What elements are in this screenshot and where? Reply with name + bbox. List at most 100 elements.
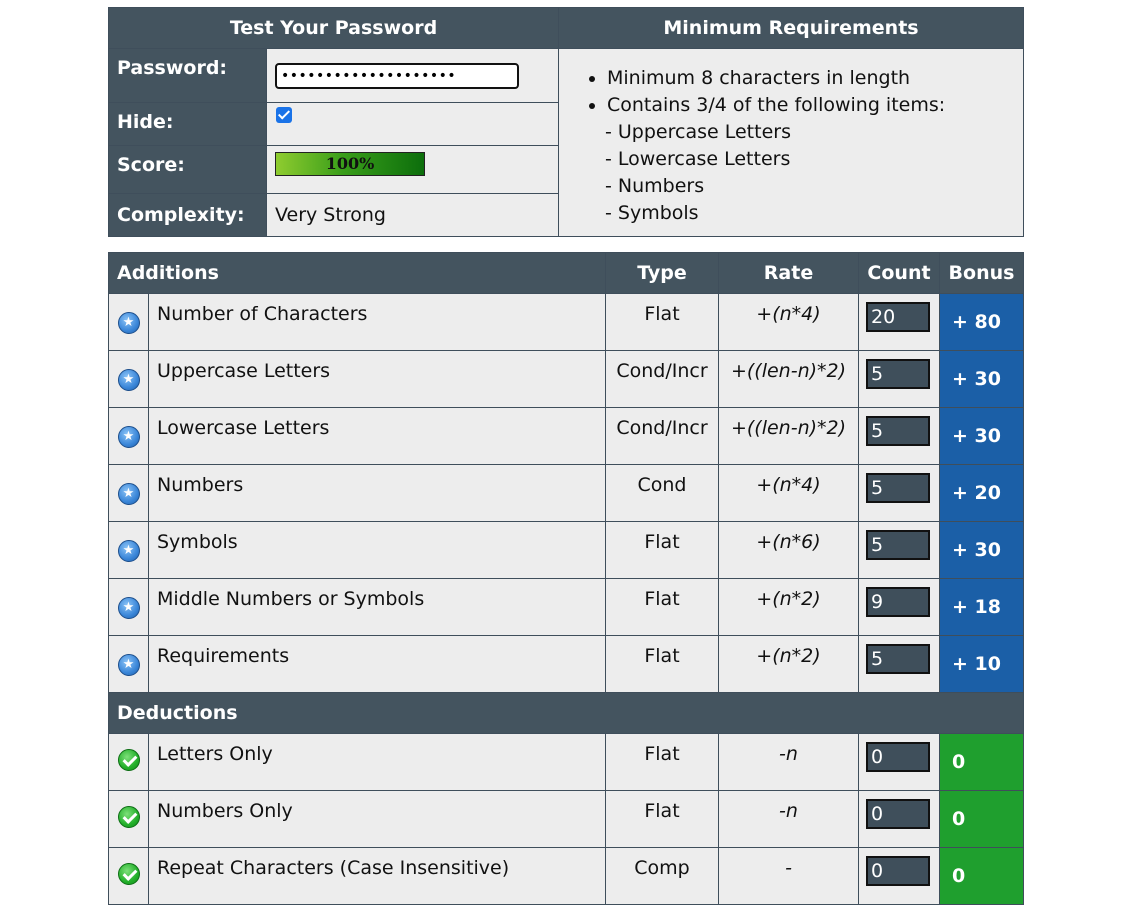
row-count-cell: 9	[858, 578, 940, 636]
row-count-input[interactable]: 0	[866, 742, 930, 772]
row-type: Flat	[605, 733, 719, 791]
star-icon: ★	[117, 368, 140, 391]
test-password-title: Test Your Password	[108, 7, 559, 49]
requirements-list: Minimum 8 characters in length Contains …	[559, 65, 1023, 227]
star-icon: ★	[117, 482, 140, 505]
row-bonus: + 20	[939, 464, 1024, 522]
addition-row: ★ Uppercase Letters Cond/Incr +((len-n)*2) 5…	[108, 350, 1024, 408]
star-icon: ★	[117, 596, 140, 619]
score-cell: 100%	[266, 145, 559, 194]
row-count-cell: 5	[858, 350, 940, 408]
star-icon: ★	[117, 425, 140, 448]
row-count-input[interactable]: 5	[866, 359, 930, 389]
row-icon-cell: ★	[108, 635, 149, 693]
type-header: Type	[605, 252, 719, 294]
addition-row: ★ Requirements Flat +(n*2) 5 + 10	[108, 635, 1024, 693]
row-rate: +((len-n)*2)	[718, 407, 859, 465]
requirement-sub-item: - Uppercase Letters	[605, 121, 791, 143]
row-rate: +((len-n)*2)	[718, 350, 859, 408]
star-icon: ★	[117, 539, 140, 562]
complexity-value: Very Strong	[266, 193, 559, 237]
row-count-input[interactable]: 5	[866, 644, 930, 674]
check-icon	[117, 806, 140, 828]
row-type: Cond/Incr	[605, 407, 719, 465]
row-type: Cond/Incr	[605, 350, 719, 408]
hide-label: Hide:	[108, 102, 267, 146]
row-type: Flat	[605, 790, 719, 848]
requirement-item: Contains 3/4 of the following items:	[607, 92, 1023, 119]
row-rate: +(n*4)	[718, 293, 859, 351]
hide-cell	[266, 102, 559, 146]
star-icon: ★	[117, 311, 140, 334]
row-type: Flat	[605, 521, 719, 579]
star-icon: ★	[117, 653, 140, 676]
row-name: Numbers Only	[148, 790, 606, 848]
row-icon-cell	[108, 733, 149, 791]
row-rate: +(n*2)	[718, 578, 859, 636]
row-bonus: + 80	[939, 293, 1024, 351]
row-count-cell: 20	[858, 293, 940, 351]
requirement-sub-item: - Numbers	[605, 175, 705, 197]
row-bonus: 0	[939, 847, 1024, 905]
row-rate: +(n*4)	[718, 464, 859, 522]
row-count-input[interactable]: 0	[866, 856, 930, 886]
row-icon-cell	[108, 847, 149, 905]
row-rate: -n	[718, 733, 859, 791]
row-count-cell: 0	[858, 790, 940, 848]
row-bonus: + 10	[939, 635, 1024, 693]
row-name: Numbers	[148, 464, 606, 522]
deduction-row: Repeat Characters (Case Insensitive) Comp…	[108, 847, 1024, 905]
row-rate: +(n*2)	[718, 635, 859, 693]
row-bonus: + 30	[939, 521, 1024, 579]
row-name: Middle Numbers or Symbols	[148, 578, 606, 636]
row-bonus: + 30	[939, 407, 1024, 465]
additions-body: ★ Number of Characters Flat +(n*4) 20 + 80 ★ Up…	[108, 293, 1024, 693]
password-label: Password:	[108, 48, 267, 103]
password-cell	[266, 48, 559, 103]
row-count-input[interactable]: 5	[866, 416, 930, 446]
row-icon-cell: ★	[108, 293, 149, 351]
addition-row: ★ Numbers Cond +(n*4) 5 + 20	[108, 464, 1024, 522]
row-count-input[interactable]: 20	[866, 302, 930, 332]
minimum-requirements-title: Minimum Requirements	[558, 7, 1024, 49]
row-name: Repeat Characters (Case Insensitive)	[148, 847, 606, 905]
score-label: Score:	[108, 145, 267, 194]
row-count-input[interactable]: 9	[866, 587, 930, 617]
row-type: Flat	[605, 293, 719, 351]
deductions-body: Letters Only Flat -n 0 0 Numbers Only Flat -n 0 0…	[108, 733, 1024, 905]
row-rate: +(n*6)	[718, 521, 859, 579]
addition-row: ★ Symbols Flat +(n*6) 5 + 30	[108, 521, 1024, 579]
row-type: Cond	[605, 464, 719, 522]
row-rate: -n	[718, 790, 859, 848]
addition-row: ★ Lowercase Letters Cond/Incr +((len-n)*2) 5…	[108, 407, 1024, 465]
row-count-cell: 0	[858, 847, 940, 905]
addition-row: ★ Middle Numbers or Symbols Flat +(n*2) 9 + 1…	[108, 578, 1024, 636]
row-bonus: 0	[939, 733, 1024, 791]
password-input[interactable]	[275, 62, 519, 89]
row-count-input[interactable]: 5	[866, 530, 930, 560]
row-count-cell: 0	[858, 733, 940, 791]
deductions-header: Deductions	[108, 692, 1024, 734]
row-count-input[interactable]: 5	[866, 473, 930, 503]
requirement-sub-item: - Lowercase Letters	[605, 148, 791, 170]
score-breakdown-table: Additions Type Rate Count Bonus ★ Number …	[108, 252, 1024, 905]
requirements-cell: Minimum 8 characters in length Contains …	[558, 48, 1024, 237]
deduction-row: Numbers Only Flat -n 0 0	[108, 790, 1024, 848]
row-icon-cell: ★	[108, 350, 149, 408]
row-rate: -	[718, 847, 859, 905]
requirement-item: Minimum 8 characters in length	[607, 65, 1023, 92]
row-name: Symbols	[148, 521, 606, 579]
row-icon-cell: ★	[108, 521, 149, 579]
deduction-row: Letters Only Flat -n 0 0	[108, 733, 1024, 791]
row-count-cell: 5	[858, 464, 940, 522]
bonus-header: Bonus	[939, 252, 1024, 294]
password-test-panel: Test Your Password Minimum Requirements …	[108, 7, 1024, 237]
row-name: Requirements	[148, 635, 606, 693]
check-icon	[117, 749, 140, 771]
row-icon-cell: ★	[108, 578, 149, 636]
row-bonus: + 18	[939, 578, 1024, 636]
row-icon-cell	[108, 790, 149, 848]
row-count-input[interactable]: 0	[866, 799, 930, 829]
row-name: Lowercase Letters	[148, 407, 606, 465]
hide-checkbox[interactable]	[276, 107, 292, 123]
